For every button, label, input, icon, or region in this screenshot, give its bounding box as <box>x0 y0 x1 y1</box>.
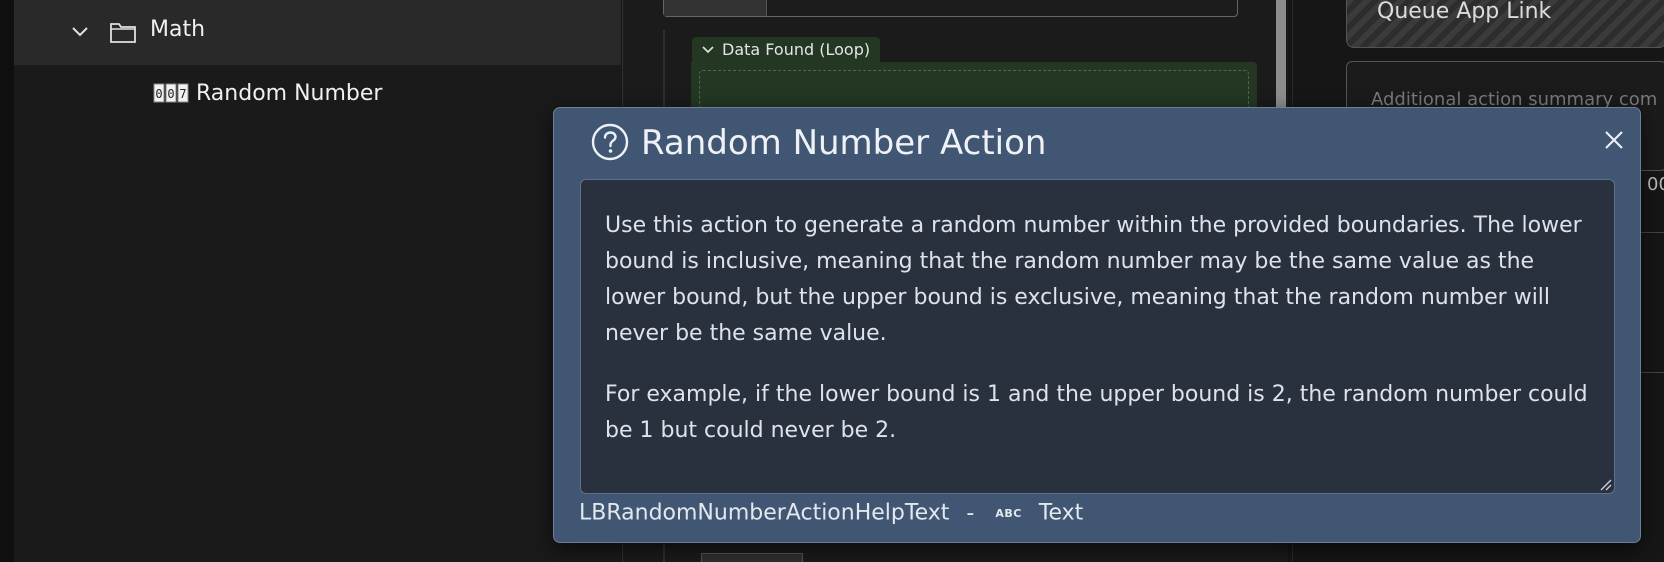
help-text-content: Use this action to generate a random num… <box>605 208 1595 474</box>
help-text-key: LBRandomNumberActionHelpText <box>579 500 950 526</box>
canvas-scrollbar-thumb[interactable] <box>1276 0 1286 108</box>
tree-item-label: Random Number <box>196 81 383 106</box>
help-circle-icon <box>591 123 629 161</box>
help-paragraph: For example, if the lower bound is 1 and… <box>605 382 1588 443</box>
left-edge-strip <box>0 0 14 562</box>
close-icon[interactable] <box>1603 129 1625 151</box>
help-text-key-footer: LBRandomNumberActionHelpText - ABC Text <box>579 500 1083 526</box>
partial-number-field[interactable]: 00 <box>1647 174 1664 195</box>
action-tree-panel: Math 0 0 7 Random Number <box>14 0 621 562</box>
tree-folder-label: Math <box>150 17 206 42</box>
panel-divider <box>1640 232 1664 233</box>
loop-block-header[interactable]: Data Found (Loop) <box>692 37 881 63</box>
action-field[interactable] <box>663 0 1238 17</box>
queue-app-link-button[interactable]: Queue App Link <box>1346 0 1664 48</box>
help-paragraph: Use this action to generate a random num… <box>605 213 1582 346</box>
next-action-field[interactable] <box>701 553 803 562</box>
resize-grip-icon[interactable] <box>1598 477 1612 491</box>
text-type-icon: ABC <box>995 506 1022 520</box>
panel-divider <box>1640 372 1664 373</box>
svg-text:0: 0 <box>155 87 162 101</box>
chevron-down-icon[interactable] <box>701 43 715 57</box>
text-type-label: Text <box>1038 500 1084 526</box>
numeric-counter-icon: 0 0 7 <box>153 83 189 103</box>
tree-folder-math[interactable]: Math <box>14 0 621 65</box>
svg-text:7: 7 <box>179 87 186 101</box>
svg-text:0: 0 <box>167 87 174 101</box>
folder-icon <box>110 23 136 43</box>
help-text-area[interactable]: Use this action to generate a random num… <box>580 179 1615 494</box>
queue-app-link-label: Queue App Link <box>1377 0 1552 24</box>
action-field-button[interactable] <box>664 0 767 16</box>
footer-separator: - <box>966 500 975 526</box>
dialog-title: Random Number Action <box>641 123 1047 163</box>
help-dialog: Random Number Action Use this action to … <box>553 107 1641 543</box>
loop-block-label: Data Found (Loop) <box>722 40 871 59</box>
chevron-down-icon[interactable] <box>68 20 92 44</box>
